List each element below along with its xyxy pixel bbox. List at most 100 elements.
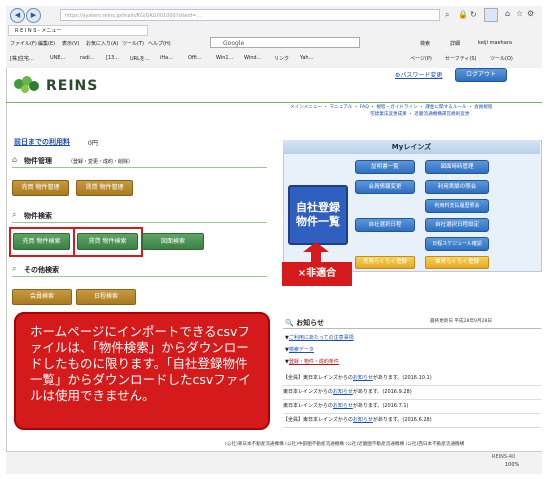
footer-site: REINS-40 xyxy=(492,454,516,460)
tool-more[interactable]: 詳細 xyxy=(450,40,460,47)
link-member-rules[interactable]: 会員規程 xyxy=(474,105,492,110)
rent-search-button[interactable]: 賃貸 物件検索 xyxy=(77,233,138,250)
own-list-button[interactable]: 自社登録物件一覧 xyxy=(288,185,348,245)
password-change-link[interactable]: ⚙パスワード変更 xyxy=(395,70,442,79)
tool-search[interactable]: 検索 xyxy=(420,40,430,47)
not-suitable-label: ×非適合 xyxy=(282,262,352,286)
search-engine: Google xyxy=(223,40,245,47)
magnifier-icon-2: ⌕ xyxy=(12,264,17,273)
link-guidelines[interactable]: 規程・ガイドライン xyxy=(376,105,417,110)
menu-view[interactable]: 表示(V) xyxy=(62,40,79,47)
news-link-1[interactable]: ▼ご利用にあたっての注意事項 xyxy=(285,334,354,341)
member-info-button[interactable]: 会員情報変更 xyxy=(355,180,415,194)
link-faq[interactable]: FAQ xyxy=(360,105,369,110)
star-icon[interactable]: ☆ xyxy=(516,9,523,19)
myreins-header: Myレインズ xyxy=(283,140,540,154)
property-mgmt-title: 物件管理 xyxy=(24,157,52,165)
gear-icon[interactable]: ⚙ xyxy=(527,9,534,19)
zoom-level[interactable]: 100% xyxy=(505,462,519,468)
house-icon: ⌂ xyxy=(12,155,18,164)
menu-tools[interactable]: ツール(T) xyxy=(122,40,144,47)
home-icon[interactable]: ⌂ xyxy=(505,9,510,19)
fav-8[interactable]: Win1... xyxy=(216,55,233,61)
usage-fee-label[interactable]: 前日までの利用料 xyxy=(14,137,70,147)
search-icon[interactable]: ⌕ xyxy=(445,10,449,20)
news-link-2[interactable]: ▼検索データ xyxy=(285,346,314,353)
usage-record-button[interactable]: 利用実績の照会 xyxy=(425,180,489,194)
news-row-link[interactable]: お知らせ xyxy=(333,389,353,395)
link-main-menu[interactable]: メインメニュー xyxy=(290,105,322,110)
link-manual[interactable]: マニュアル xyxy=(330,105,353,110)
fav-3[interactable]: radi... xyxy=(80,55,94,61)
fav-10[interactable]: リンク xyxy=(274,55,289,62)
link-kinki-rules[interactable]: 近畿流通機構運営規則変更 xyxy=(414,112,469,117)
menu-edit[interactable]: 編集(E) xyxy=(38,40,55,47)
news-row-link[interactable]: お知らせ xyxy=(333,403,353,409)
schedule-confirm-button[interactable]: 日程スケジュール確認 xyxy=(425,237,489,251)
certificate-list-button[interactable]: 証明書一覧 xyxy=(355,160,415,174)
user-name[interactable]: keiji maeharа xyxy=(478,40,512,46)
rent-easy-register-button[interactable]: 賃貸らくらく登録 xyxy=(425,256,489,269)
browser-tab[interactable]: R E I N S - メニュー xyxy=(8,25,148,36)
section-divider-3 xyxy=(12,276,267,277)
annotation-note: ホームページにインポートできるcsvファイルは、「物件検索」からダウンロードした… xyxy=(14,312,270,430)
map-search-button[interactable]: 図面検索 xyxy=(142,233,204,250)
news-link-3[interactable]: ▼登録・物件・成約条件 xyxy=(285,358,339,365)
header-links-2[interactable]: 宅建業法変更成果 ・ 近畿流通機構運営規則変更 xyxy=(370,111,469,117)
back-button[interactable]: ◀ xyxy=(10,8,25,23)
fav-11[interactable]: Yah... xyxy=(300,55,313,61)
schedule-setting-button[interactable]: 自社選択日程設定 xyxy=(425,218,489,232)
fav-5[interactable]: URLを... xyxy=(130,55,150,62)
news-row-link[interactable]: お知らせ xyxy=(353,417,373,423)
sell-mgmt-button[interactable]: 売買 物件管理 xyxy=(12,180,69,196)
news-row: 東日本レインズからのお知らせがあります。(2016.7.1) xyxy=(283,400,541,414)
fav-6[interactable]: iHa... xyxy=(160,55,173,61)
header-divider xyxy=(6,102,542,103)
sell-easy-register-button[interactable]: 売買らくらく登録 xyxy=(355,256,415,269)
fav-7[interactable]: Offi... xyxy=(188,55,202,61)
menu-help[interactable]: ヘルプ(H) xyxy=(148,40,171,47)
up-arrow-icon xyxy=(303,242,329,262)
rent-mgmt-button[interactable]: 賃貸 物件管理 xyxy=(76,180,133,196)
tool-tools[interactable]: ツール(O) xyxy=(490,55,513,62)
lock-icon: 🔒 xyxy=(458,10,468,19)
reins-logo-icon xyxy=(12,74,42,96)
schedule-search-button[interactable]: 日程検索 xyxy=(76,289,136,305)
footer-orgs: (公社)東日本不動産流通機構 (公社)中部圏不動産流通機構 (公社)近畿圏不動産… xyxy=(225,442,465,447)
status-bar xyxy=(6,451,542,474)
tab-title: R E I N S - メニュー xyxy=(15,28,62,34)
fav-9[interactable]: Wind... xyxy=(244,55,261,61)
menu-file[interactable]: ファイル(F) xyxy=(10,40,37,47)
section-divider-2 xyxy=(12,222,267,223)
forward-button[interactable]: ▶ xyxy=(26,8,41,23)
address-bar[interactable]: https://system.reins.jp/main/KG/GKG00100… xyxy=(60,9,440,21)
payment-history-button[interactable]: 利用料支払履歴照会 xyxy=(425,199,489,213)
refresh-icon[interactable]: ↻ xyxy=(470,10,477,20)
tab[interactable] xyxy=(484,8,498,22)
drawing-mgmt-button[interactable]: 図面時時管理 xyxy=(425,160,489,174)
header-links[interactable]: メインメニュー ・ マニュアル ・ FAQ ・ 規程・ガイドライン ・ 課金に関… xyxy=(290,104,492,110)
member-search-button[interactable]: 会員検索 xyxy=(12,289,72,305)
section-divider xyxy=(12,167,267,168)
own-schedule-button[interactable]: 自社選択日程 xyxy=(355,218,415,232)
fav-4[interactable]: [13... xyxy=(106,55,119,61)
news-divider xyxy=(283,328,541,329)
property-search-title: 物件検索 xyxy=(24,212,52,220)
news-row: 東日本レインズからのお知らせがあります。(2016.9.28) xyxy=(283,386,541,400)
menu-favorites[interactable]: お気に入り(A) xyxy=(86,40,118,47)
logout-button[interactable]: ログアウト xyxy=(455,68,507,82)
fav-1[interactable]: [株]住宅... xyxy=(10,55,34,62)
usage-fee-value: 0円 xyxy=(88,140,98,147)
news-title: 🔍 お知らせ xyxy=(285,319,325,327)
news-row: 【全員】東日本レインズからのお知らせがあります。(2016.6.28) xyxy=(283,414,541,428)
tool-page[interactable]: ページ(P) xyxy=(410,55,432,62)
link-law-change[interactable]: 宅建業法変更成果 xyxy=(370,112,407,117)
fav-2[interactable]: UNE... xyxy=(50,55,65,61)
link-billing[interactable]: 課金に関するルール xyxy=(425,105,466,110)
magnifier-icon: ⌕ xyxy=(12,210,17,219)
other-search-title: その他検索 xyxy=(24,266,59,274)
search-box[interactable]: Google xyxy=(210,37,360,48)
tool-safety[interactable]: セーフティ(S) xyxy=(445,55,476,62)
news-row-link[interactable]: お知らせ xyxy=(353,375,373,381)
sell-search-button[interactable]: 売買 物件検索 xyxy=(13,233,70,250)
